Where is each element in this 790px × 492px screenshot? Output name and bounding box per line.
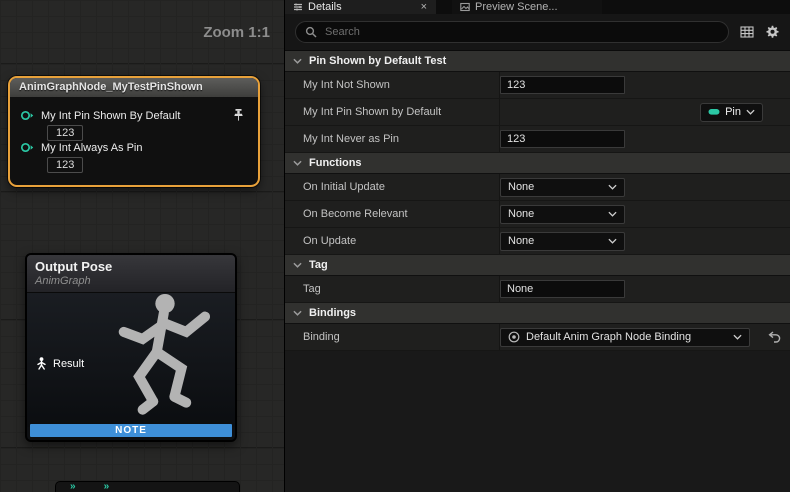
node-body: My Int Pin Shown By Default 123 My Int A…: [10, 97, 258, 185]
property-label: Binding: [285, 324, 500, 350]
graph-canvas[interactable]: Zoom 1:1 AnimGraphNode_MyTestPinShown My…: [0, 0, 285, 492]
category-title: Tag: [309, 259, 328, 271]
details-empty-area: [285, 351, 790, 492]
node-title[interactable]: AnimGraphNode_MyTestPinShown: [10, 78, 258, 97]
pin-value-box[interactable]: 123: [47, 125, 83, 141]
property-label: On Update: [285, 228, 500, 254]
row-on-become-relevant: On Become Relevant None: [285, 201, 790, 228]
tab-details[interactable]: Details ×: [285, 0, 436, 14]
chevron-down-icon: [608, 211, 617, 217]
row-my-int-never-as-pin: My Int Never as Pin: [285, 126, 790, 153]
dropdown-value: None: [508, 235, 534, 247]
search-input[interactable]: [323, 25, 719, 39]
category-tag[interactable]: Tag: [285, 255, 790, 276]
tab-close-icon[interactable]: ×: [420, 2, 428, 12]
property-label: My Int Pin Shown by Default: [285, 99, 500, 125]
note-bar: NOTE: [30, 424, 232, 437]
category-bindings[interactable]: Bindings: [285, 303, 790, 324]
chevron-down-icon: [733, 334, 742, 340]
binding-icon: [508, 331, 520, 343]
on-initial-update-dropdown[interactable]: None: [500, 178, 625, 197]
pin-row: My Int Pin Shown By Default: [20, 109, 250, 122]
chevron-down-icon[interactable]: [293, 310, 302, 316]
details-toolbar: [285, 14, 790, 51]
chevron-down-icon[interactable]: [293, 262, 302, 268]
mannequin-figure: [101, 293, 229, 430]
chevron-down-icon[interactable]: [293, 160, 302, 166]
result-pin[interactable]: Result: [36, 357, 84, 370]
output-pose-node[interactable]: Output Pose AnimGraph: [25, 253, 237, 442]
details-panel: Details × Preview Scene...: [285, 0, 790, 492]
tab-label: Details: [308, 1, 342, 13]
tab-strip: Details × Preview Scene...: [285, 0, 790, 14]
tag-input[interactable]: [500, 280, 625, 298]
settings-gear-icon[interactable]: [765, 25, 780, 40]
pushpin-icon[interactable]: [233, 109, 244, 122]
chevron-down-icon: [608, 238, 617, 244]
dropdown-value: None: [508, 208, 534, 220]
node-title: Output Pose: [35, 259, 227, 274]
my-int-not-shown-input[interactable]: [500, 76, 625, 94]
node-preview: Result: [27, 293, 235, 427]
exec-pin-icon: »: [104, 483, 110, 491]
category-functions[interactable]: Functions: [285, 153, 790, 174]
dropdown-value: None: [508, 181, 534, 193]
category-title: Functions: [309, 157, 362, 169]
pin-teal-icon: [708, 108, 720, 116]
tab-label: Preview Scene...: [475, 1, 558, 13]
display-filter-icon[interactable]: [740, 25, 754, 39]
anim-graph-test-node[interactable]: AnimGraphNode_MyTestPinShown My Int Pin …: [8, 76, 260, 187]
on-update-dropdown[interactable]: None: [500, 232, 625, 251]
pin-toggle-button[interactable]: Pin: [700, 103, 763, 122]
pin-row: My Int Always As Pin: [20, 141, 250, 154]
tab-preview-scene[interactable]: Preview Scene...: [452, 0, 602, 14]
search-box[interactable]: [295, 21, 729, 43]
dropdown-value: Default Anim Graph Node Binding: [526, 331, 691, 343]
property-label: On Initial Update: [285, 174, 500, 200]
binding-dropdown[interactable]: Default Anim Graph Node Binding: [500, 328, 750, 347]
partial-node[interactable]: » »: [55, 481, 240, 492]
row-my-int-pin-shown-by-default: My Int Pin Shown by Default Pin: [285, 99, 790, 126]
property-label: Tag: [285, 276, 500, 302]
result-pin-label: Result: [53, 358, 84, 370]
preview-scene-tab-icon: [460, 2, 470, 12]
property-label: My Int Never as Pin: [285, 126, 500, 152]
pin-label: My Int Pin Shown By Default: [41, 110, 180, 122]
pin-value-box[interactable]: 123: [47, 157, 83, 173]
node-header[interactable]: Output Pose AnimGraph: [27, 255, 235, 293]
row-on-update: On Update None: [285, 228, 790, 255]
zoom-level-label: Zoom 1:1: [203, 24, 270, 41]
category-title: Bindings: [309, 307, 356, 319]
pin-label: My Int Always As Pin: [41, 142, 142, 154]
pose-pin-icon: [36, 357, 47, 370]
exec-pin-icon: »: [70, 483, 76, 491]
row-binding: Binding Default Anim Graph Node Binding: [285, 324, 790, 351]
row-on-initial-update: On Initial Update None: [285, 174, 790, 201]
row-tag: Tag: [285, 276, 790, 303]
details-tab-icon: [293, 2, 303, 12]
property-label: My Int Not Shown: [285, 72, 500, 98]
property-label: On Become Relevant: [285, 201, 500, 227]
chevron-down-icon[interactable]: [293, 58, 302, 64]
chevron-down-icon: [746, 109, 755, 115]
node-subtitle: AnimGraph: [35, 275, 227, 287]
my-int-never-as-pin-input[interactable]: [500, 130, 625, 148]
search-icon: [305, 26, 317, 38]
category-title: Pin Shown by Default Test: [309, 55, 446, 67]
reset-to-default-icon[interactable]: [768, 331, 781, 343]
row-my-int-not-shown: My Int Not Shown: [285, 72, 790, 99]
category-pin-shown-by-default-test[interactable]: Pin Shown by Default Test: [285, 51, 790, 72]
details-properties: Pin Shown by Default Test My Int Not Sho…: [285, 51, 790, 492]
on-become-relevant-dropdown[interactable]: None: [500, 205, 625, 224]
chevron-down-icon: [608, 184, 617, 190]
int-pin-icon[interactable]: [20, 109, 34, 122]
anim-graph-editor: Zoom 1:1 AnimGraphNode_MyTestPinShown My…: [0, 0, 790, 492]
int-pin-icon[interactable]: [20, 141, 34, 154]
pin-button-label: Pin: [725, 106, 741, 118]
